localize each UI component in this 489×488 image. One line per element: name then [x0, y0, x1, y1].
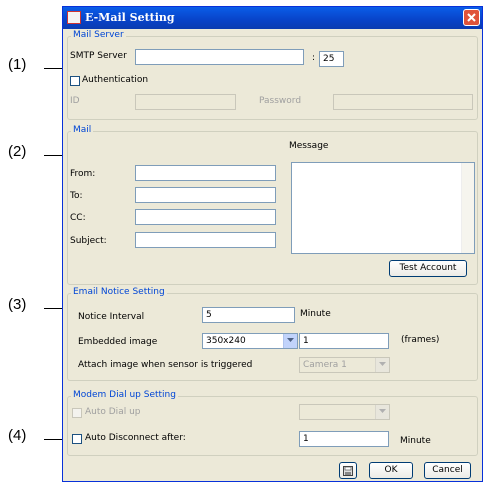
- close-icon: [467, 13, 476, 22]
- message-scrollbar[interactable]: [461, 163, 474, 253]
- attach-camera-value: Camera 1: [303, 360, 347, 370]
- close-button[interactable]: [463, 9, 480, 26]
- from-input[interactable]: [135, 165, 276, 181]
- auto-disconnect-unit: Minute: [400, 436, 431, 446]
- to-input[interactable]: [135, 187, 276, 203]
- modem-dialup-group: [67, 396, 478, 456]
- mail-server-group-label: Mail Server: [71, 30, 126, 40]
- email-notice-group-label: Email Notice Setting: [71, 287, 167, 297]
- dialup-connection-dropdown-button[interactable]: [375, 405, 389, 419]
- authentication-checkbox[interactable]: [70, 76, 80, 86]
- callout-1: (1): [8, 56, 27, 73]
- window-title: E-Mail Setting: [85, 11, 175, 24]
- callout-3: (3): [8, 296, 27, 313]
- notice-interval-input[interactable]: 5: [202, 307, 295, 323]
- app-icon: [67, 11, 81, 24]
- dialup-connection-select[interactable]: [299, 404, 390, 420]
- smtp-port-input[interactable]: 25: [319, 51, 344, 67]
- mail-group-label: Mail: [71, 125, 94, 135]
- auto-disconnect-label: Auto Disconnect after:: [85, 433, 186, 443]
- from-label: From:: [70, 169, 96, 179]
- chevron-down-icon: [287, 338, 294, 342]
- title-bar[interactable]: E-Mail Setting: [63, 7, 482, 29]
- save-disk-icon: [343, 466, 353, 476]
- frames-unit: (frames): [401, 335, 440, 345]
- attach-image-label: Attach image when sensor is triggered: [78, 360, 253, 370]
- chevron-down-icon: [379, 409, 386, 413]
- callout-4: (4): [8, 427, 27, 444]
- auto-dialup-label: Auto Dial up: [85, 407, 141, 417]
- embedded-image-select[interactable]: 350x240: [202, 333, 298, 349]
- authentication-label: Authentication: [82, 75, 149, 85]
- frames-input[interactable]: 1: [299, 333, 389, 349]
- embedded-image-dropdown-button[interactable]: [283, 334, 297, 348]
- callout-2: (2): [8, 143, 27, 160]
- embedded-image-label: Embedded image: [78, 337, 158, 347]
- attach-camera-select[interactable]: Camera 1: [299, 357, 390, 373]
- auto-disconnect-input[interactable]: 1: [299, 431, 389, 447]
- password-label: Password: [259, 96, 302, 106]
- notice-interval-unit: Minute: [300, 309, 331, 319]
- cc-input[interactable]: [135, 209, 276, 225]
- password-input[interactable]: [333, 94, 473, 110]
- cancel-button[interactable]: Cancel: [424, 462, 471, 479]
- message-textarea[interactable]: [291, 162, 475, 254]
- chevron-down-icon: [379, 362, 386, 366]
- modem-dialup-group-label: Modem Dial up Setting: [71, 390, 178, 400]
- auto-dialup-checkbox[interactable]: [72, 408, 82, 418]
- embedded-image-value: 350x240: [206, 336, 246, 346]
- smtp-server-label: SMTP Server: [70, 51, 127, 61]
- cc-label: CC:: [70, 213, 86, 223]
- port-separator: :: [312, 53, 316, 63]
- subject-input[interactable]: [135, 232, 276, 248]
- auto-disconnect-checkbox[interactable]: [72, 434, 82, 444]
- ok-button[interactable]: OK: [369, 462, 413, 479]
- save-button[interactable]: [339, 462, 357, 479]
- attach-camera-dropdown-button[interactable]: [375, 358, 389, 372]
- id-input[interactable]: [135, 94, 236, 110]
- notice-interval-label: Notice Interval: [78, 312, 145, 322]
- id-label: ID: [70, 96, 80, 106]
- to-label: To:: [70, 191, 83, 201]
- subject-label: Subject:: [70, 236, 107, 246]
- message-label: Message: [289, 141, 329, 151]
- smtp-server-input[interactable]: [135, 49, 304, 65]
- email-setting-dialog: E-Mail Setting Mail Server SMTP Server :…: [62, 6, 483, 482]
- test-account-button[interactable]: Test Account: [389, 260, 467, 277]
